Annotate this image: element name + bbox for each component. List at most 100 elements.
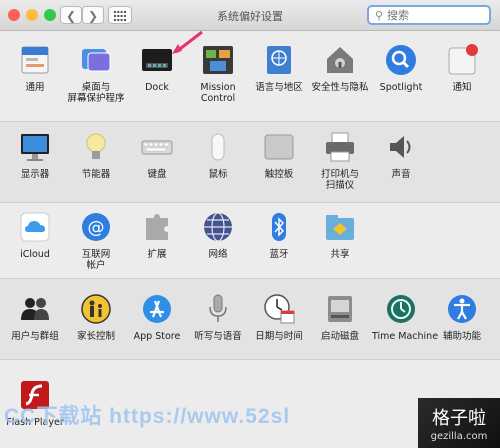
- pref-icloud[interactable]: iCloud: [6, 210, 64, 260]
- pref-sound[interactable]: 声音: [372, 130, 430, 180]
- pref-label: 用户与群组: [11, 331, 59, 342]
- extensions-icon: [140, 210, 174, 244]
- mouse-icon: [201, 130, 235, 164]
- pref-accessibility[interactable]: 辅助功能: [433, 292, 491, 342]
- parental-controls-icon: [79, 292, 113, 326]
- keyboard-icon: [140, 130, 174, 164]
- svg-text:@: @: [88, 218, 105, 238]
- date-time-icon: [262, 292, 296, 326]
- pref-label: 触控板: [264, 169, 294, 180]
- pref-label: 互联网 帐户: [81, 249, 111, 271]
- watermark-badge-url: gezilla.com: [430, 431, 488, 442]
- pref-label: 通用: [25, 82, 45, 93]
- pref-desktop-screensaver[interactable]: 桌面与 屏幕保护程序: [67, 43, 125, 104]
- search-field[interactable]: ⚲: [367, 5, 491, 25]
- zoom-window-button[interactable]: [44, 9, 56, 21]
- pref-app-store[interactable]: App Store: [128, 292, 186, 342]
- desktop-screensaver-icon: [79, 43, 113, 77]
- pref-label: Mission Control: [200, 82, 236, 104]
- app-store-icon: [140, 292, 174, 326]
- chevron-right-icon: ❯: [87, 9, 99, 23]
- pref-sharing[interactable]: 共享: [311, 210, 369, 260]
- dock-icon: [140, 43, 174, 77]
- sharing-icon: [323, 210, 357, 244]
- watermark-badge-title: 格子啦: [432, 408, 486, 429]
- window-titlebar: ❮ ❯ 系统偏好设置 ⚲: [0, 0, 500, 31]
- pref-label: 听写与语音: [194, 331, 242, 342]
- watermark-text: CC下载站 https://www.52sl: [4, 405, 291, 428]
- pref-startup-disk[interactable]: 启动磁盘: [311, 292, 369, 342]
- pref-users-groups[interactable]: 用户与群组: [6, 292, 64, 342]
- pref-extensions[interactable]: 扩展: [128, 210, 186, 260]
- back-button[interactable]: ❮: [60, 6, 82, 24]
- users-groups-icon: [18, 292, 52, 326]
- pref-label: Dock: [145, 82, 169, 93]
- trackpad-icon: [262, 130, 296, 164]
- pref-label: 通知: [452, 82, 472, 93]
- sound-icon: [384, 130, 418, 164]
- displays-icon: [18, 130, 52, 164]
- internet-accounts-icon: @: [79, 210, 113, 244]
- pref-mission-control[interactable]: Mission Control: [189, 43, 247, 104]
- window-title: 系统偏好设置: [217, 10, 283, 23]
- pref-label: 启动磁盘: [320, 331, 359, 342]
- mission-control-icon: [201, 43, 235, 77]
- pref-label: 打印机与 扫描仪: [320, 169, 359, 191]
- pref-time-machine[interactable]: Time Machine: [372, 292, 439, 342]
- forward-button[interactable]: ❯: [82, 6, 104, 24]
- pref-label: 显示器: [20, 169, 50, 180]
- pref-internet-accounts[interactable]: @ 互联网 帐户: [67, 210, 125, 271]
- pref-label: 扩展: [147, 249, 167, 260]
- watermark-badge: 格子啦 gezilla.com: [418, 398, 500, 448]
- pref-label: 桌面与 屏幕保护程序: [67, 82, 125, 104]
- pref-label: 鼠标: [208, 169, 228, 180]
- search-input[interactable]: [387, 8, 482, 22]
- pref-energy-saver[interactable]: 节能器: [67, 130, 125, 180]
- pref-label: 声音: [391, 169, 411, 180]
- grid-icon: [114, 11, 126, 21]
- accessibility-icon: [445, 292, 479, 326]
- pref-label: 蓝牙: [269, 249, 289, 260]
- pref-notifications[interactable]: 通知: [433, 43, 491, 93]
- language-region-icon: [262, 43, 296, 77]
- pref-label: 安全性与隐私: [311, 82, 369, 93]
- pref-keyboard[interactable]: 键盘: [128, 130, 186, 180]
- pref-label: 辅助功能: [442, 331, 481, 342]
- pref-label: 家长控制: [76, 331, 115, 342]
- spotlight-icon: [384, 43, 418, 77]
- pref-displays[interactable]: 显示器: [6, 130, 64, 180]
- pref-label: 日期与时间: [255, 331, 303, 342]
- pref-label: 共享: [330, 249, 350, 260]
- icloud-icon: [18, 210, 52, 244]
- show-all-button[interactable]: [108, 6, 132, 24]
- pref-label: 网络: [208, 249, 228, 260]
- pref-language-region[interactable]: 语言与地区: [250, 43, 308, 93]
- pref-trackpad[interactable]: 触控板: [250, 130, 308, 180]
- pref-bluetooth[interactable]: 蓝牙: [250, 210, 308, 260]
- dictation-speech-icon: [201, 292, 235, 326]
- pref-parental-controls[interactable]: 家长控制: [67, 292, 125, 342]
- printer-icon: [323, 130, 357, 164]
- pref-security-privacy[interactable]: 安全性与隐私: [311, 43, 369, 93]
- pref-general[interactable]: 通用: [6, 43, 64, 93]
- pref-label: Time Machine: [372, 331, 439, 342]
- chevron-left-icon: ❮: [65, 9, 77, 23]
- pref-label: iCloud: [20, 249, 50, 260]
- pref-spotlight[interactable]: Spotlight: [372, 43, 430, 93]
- pref-mouse[interactable]: 鼠标: [189, 130, 247, 180]
- pref-label: 节能器: [81, 169, 111, 180]
- general-icon: [18, 43, 52, 77]
- minimize-window-button[interactable]: [26, 9, 38, 21]
- bluetooth-icon: [262, 210, 296, 244]
- startup-disk-icon: [323, 292, 357, 326]
- search-icon: ⚲: [375, 9, 384, 22]
- energy-saver-icon: [79, 130, 113, 164]
- pref-label: 语言与地区: [255, 82, 303, 93]
- pref-printers-scanners[interactable]: 打印机与 扫描仪: [311, 130, 369, 191]
- pref-label: 键盘: [147, 169, 167, 180]
- pref-dictation-speech[interactable]: 听写与语音: [189, 292, 247, 342]
- close-window-button[interactable]: [8, 9, 20, 21]
- pref-date-time[interactable]: 日期与时间: [250, 292, 308, 342]
- notifications-icon: [445, 43, 479, 77]
- pref-network[interactable]: 网络: [189, 210, 247, 260]
